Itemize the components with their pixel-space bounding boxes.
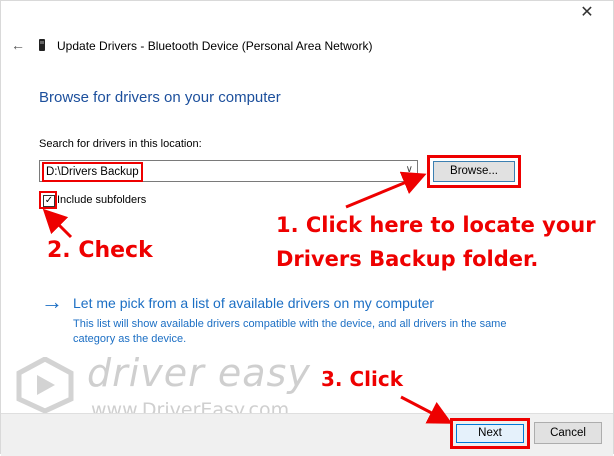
pick-driver-description: This list will show available drivers co… — [73, 318, 507, 345]
window-title: Update Drivers - Bluetooth Device (Perso… — [57, 39, 373, 53]
step2-annotation: 2. Check — [47, 238, 153, 263]
include-subfolders-checkbox[interactable]: ✓ — [43, 195, 55, 207]
close-icon[interactable]: ✕ — [577, 3, 597, 23]
step1-line1: 1. Click here to locate your — [276, 213, 596, 237]
step1-annotation: 1. Click here to locate your Drivers Bac… — [276, 208, 596, 276]
search-location-label: Search for drivers in this location: — [39, 138, 202, 150]
cancel-button[interactable]: Cancel — [534, 422, 602, 444]
browse-button-highlight: Browse... — [427, 155, 521, 188]
page-heading: Browse for drivers on your computer — [39, 89, 281, 106]
right-arrow-icon[interactable]: → — [41, 291, 63, 313]
driver-path-combobox[interactable]: D:\Drivers Backup ∨ — [39, 160, 418, 182]
arrow-to-checkbox — [42, 208, 73, 239]
title-bar: ← Update Drivers - Bluetooth Device (Per… — [1, 31, 613, 61]
next-button[interactable]: Next — [456, 424, 524, 443]
chevron-down-icon[interactable]: ∨ — [406, 164, 413, 175]
next-button-highlight: Next — [450, 418, 530, 449]
include-subfolders-label[interactable]: Include subfolders — [57, 194, 146, 206]
step1-line2: Drivers Backup folder. — [276, 247, 539, 271]
bluetooth-device-icon — [39, 39, 45, 51]
driver-path-value[interactable]: D:\Drivers Backup — [42, 162, 143, 182]
browse-button[interactable]: Browse... — [433, 161, 515, 182]
watermark-brand: driver easy — [87, 351, 311, 395]
update-drivers-window: ✕ ← Update Drivers - Bluetooth Device (P… — [0, 0, 614, 456]
step3-annotation: 3. Click — [321, 367, 404, 391]
driver-easy-logo-icon — [16, 357, 74, 413]
back-arrow-icon[interactable]: ← — [11, 37, 25, 53]
include-subfolders-highlight: ✓ — [39, 191, 57, 209]
pick-driver-link[interactable]: Let me pick from a list of available dri… — [73, 295, 434, 311]
